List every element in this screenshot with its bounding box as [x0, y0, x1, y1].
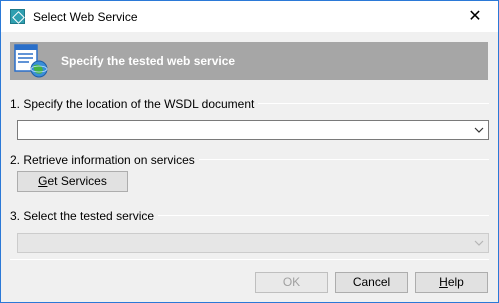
- web-service-icon: [14, 44, 48, 78]
- footer-divider: [10, 259, 489, 260]
- header-banner: Specify the tested web service: [10, 42, 488, 80]
- retrieve-section-label: 2. Retrieve information on services: [10, 153, 199, 167]
- tested-service-combobox[interactable]: [17, 233, 489, 253]
- service-section-label: 3. Select the tested service: [10, 209, 159, 223]
- chevron-down-icon[interactable]: [474, 124, 484, 136]
- wsdl-location-combobox[interactable]: [17, 120, 489, 140]
- section-divider: [237, 103, 489, 104]
- window-title: Select Web Service: [33, 10, 138, 24]
- banner-title: Specify the tested web service: [61, 54, 236, 68]
- get-services-button[interactable]: Get Services: [17, 171, 128, 192]
- help-button[interactable]: Help: [415, 272, 488, 293]
- title-bar[interactable]: Select Web Service ✕: [1, 1, 498, 32]
- ok-button[interactable]: OK: [255, 272, 328, 293]
- wsdl-section-label: 1. Specify the location of the WSDL docu…: [10, 97, 259, 111]
- app-icon: [10, 9, 25, 24]
- section-divider: [177, 159, 489, 160]
- chevron-down-icon: [474, 240, 484, 246]
- cancel-button[interactable]: Cancel: [335, 272, 408, 293]
- select-web-service-dialog: Select Web Service ✕ Specify the tested …: [0, 0, 499, 303]
- section-divider: [148, 215, 489, 216]
- close-button[interactable]: ✕: [452, 1, 498, 32]
